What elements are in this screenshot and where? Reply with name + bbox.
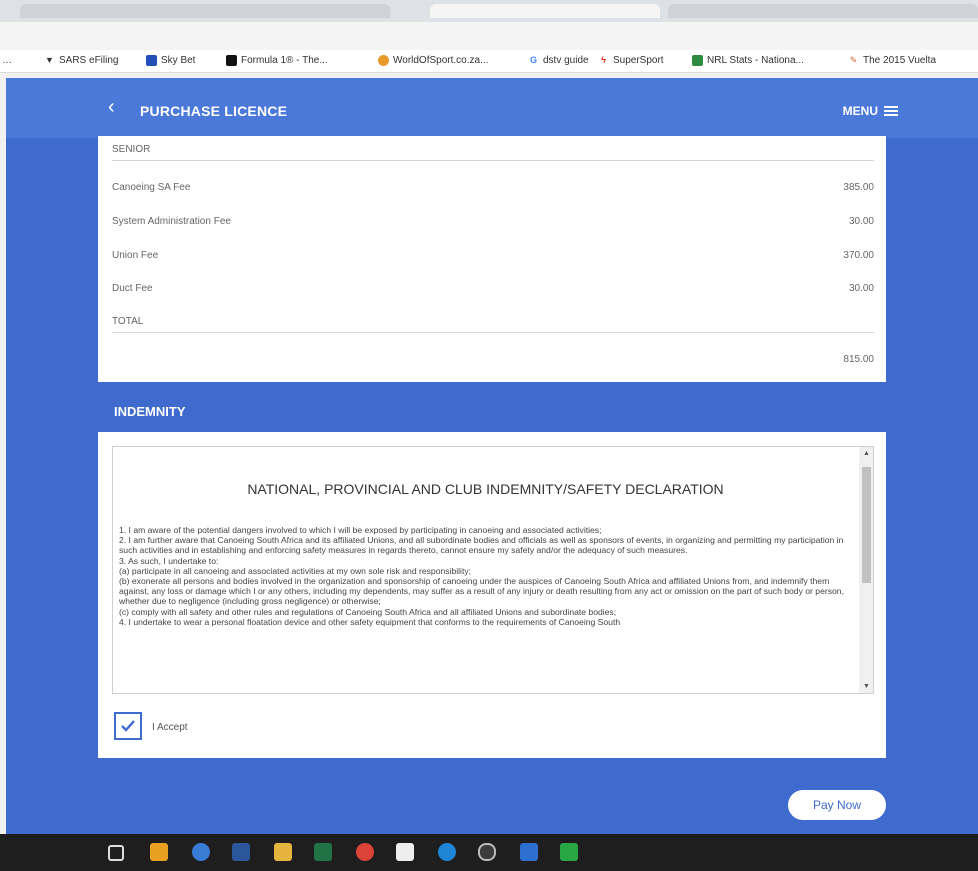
total-value-row: 815.00 <box>112 354 874 365</box>
bookmark-skybet[interactable]: Sky Bet <box>146 55 195 66</box>
indemnity-line: 1. I am aware of the potential dangers i… <box>119 525 602 535</box>
scrollbar-thumb[interactable] <box>862 467 871 583</box>
total-label: TOTAL <box>112 316 144 327</box>
fee-label: Duct Fee <box>112 283 153 294</box>
fee-value: 385.00 <box>843 182 874 193</box>
scroll-down-arrow-icon[interactable]: ▼ <box>862 682 871 691</box>
chrome-icon[interactable] <box>356 843 374 861</box>
accept-label: I Accept <box>152 722 188 733</box>
fee-label: System Administration Fee <box>112 216 231 227</box>
indemnity-section-title: INDEMNITY <box>114 404 186 419</box>
bookmark-nrl[interactable]: NRL Stats - Nationa... <box>692 55 804 66</box>
bookmark-worldofsport[interactable]: WorldOfSport.co.za... <box>378 55 488 66</box>
fee-category-row: SENIOR <box>112 144 874 155</box>
browser-tab[interactable] <box>668 4 978 18</box>
divider <box>112 160 874 161</box>
indemnity-card: NATIONAL, PROVINCIAL AND CLUB INDEMNITY/… <box>98 432 886 758</box>
bookmark-sars[interactable]: ▼ SARS eFiling <box>44 55 118 66</box>
excel-icon[interactable] <box>314 843 332 861</box>
indemnity-document[interactable]: NATIONAL, PROVINCIAL AND CLUB INDEMNITY/… <box>112 446 874 694</box>
indemnity-line: (c) comply with all safety and other rul… <box>119 606 617 617</box>
edge-icon[interactable] <box>438 843 456 861</box>
scroll-up-arrow-icon[interactable]: ▲ <box>862 449 871 458</box>
file-explorer-icon[interactable] <box>274 843 292 861</box>
supersport-icon: ϟ <box>601 55 606 65</box>
triangle-down-icon: ▼ <box>45 55 54 65</box>
bookmark-label: The 2015 Vuelta <box>863 55 937 66</box>
google-icon: G <box>529 55 537 65</box>
bookmarks-bar: … ▼ SARS eFiling Sky Bet Formula 1® - Th… <box>0 50 978 73</box>
accept-checkbox[interactable] <box>114 712 142 740</box>
back-chevron-icon[interactable]: ‹ <box>108 96 115 119</box>
total-label-row: TOTAL <box>112 316 874 327</box>
browser-tab-active[interactable] <box>430 4 660 18</box>
fee-value: 30.00 <box>848 216 874 227</box>
browser-tab[interactable] <box>20 4 390 18</box>
app-header: ‹ PURCHASE LICENCE MENU <box>6 78 978 138</box>
indemnity-line: (a) participate in all canoeing and asso… <box>119 565 472 576</box>
document-scrollbar[interactable]: ▲ ▼ <box>859 447 873 693</box>
calendar-icon[interactable] <box>396 843 414 861</box>
page-title: PURCHASE LICENCE <box>140 103 288 119</box>
browser-tab-strip <box>0 0 978 22</box>
indemnity-heading: NATIONAL, PROVINCIAL AND CLUB INDEMNITY/… <box>247 481 724 497</box>
menu-button[interactable]: MENU <box>843 104 898 118</box>
fee-label: Union Fee <box>112 250 159 261</box>
app-icon[interactable] <box>478 843 496 861</box>
indemnity-text: 1. I am aware of the potential dangers i… <box>119 525 849 627</box>
fee-category: SENIOR <box>112 144 151 155</box>
fee-row: Union Fee 370.00 <box>112 250 874 261</box>
bookmark-label: SuperSport <box>613 55 664 66</box>
hamburger-icon <box>884 106 898 116</box>
indemnity-line: 2. I am further aware that Canoeing Sout… <box>119 535 844 556</box>
indemnity-line: (b) exonerate all persons and bodies inv… <box>119 576 844 607</box>
bookmark-label: Formula 1® - The... <box>241 55 328 66</box>
task-view-icon[interactable] <box>108 845 124 861</box>
bookmark-overflow[interactable]: … <box>2 55 12 66</box>
bookmark-label: WorldOfSport.co.za... <box>393 55 489 66</box>
bookmark-supersport[interactable]: ϟ SuperSport <box>598 55 664 66</box>
bookmark-label: NRL Stats - Nationa... <box>707 55 804 66</box>
vuelta-icon: ✎ <box>849 55 858 65</box>
fee-row: Duct Fee 30.00 <box>112 283 874 294</box>
photos-icon[interactable] <box>520 843 538 861</box>
fee-row: Canoeing SA Fee 385.00 <box>112 182 874 193</box>
fee-summary-card: SENIOR Canoeing SA Fee 385.00 System Adm… <box>98 136 886 382</box>
bookmark-label: Sky Bet <box>161 55 196 66</box>
menu-label: MENU <box>842 104 878 118</box>
indemnity-line: 4. I undertake to wear a personal floata… <box>119 616 621 627</box>
app-page: ‹ PURCHASE LICENCE MENU SENIOR Canoeing … <box>6 78 978 834</box>
divider <box>112 332 874 333</box>
bookmark-vuelta[interactable]: ✎ The 2015 Vuelta <box>848 55 936 66</box>
wos-icon <box>378 55 389 66</box>
fee-value: 370.00 <box>843 250 874 261</box>
bookmark-label: dstv guide <box>543 55 589 66</box>
word-icon[interactable] <box>232 843 250 861</box>
total-value: 815.00 <box>843 354 874 365</box>
fee-label: Canoeing SA Fee <box>112 182 191 193</box>
fee-value: 30.00 <box>848 283 874 294</box>
nrl-icon <box>692 55 703 66</box>
bookmark-label: SARS eFiling <box>59 55 119 66</box>
bookmark-formula1[interactable]: Formula 1® - The... <box>226 55 328 66</box>
fee-row: System Administration Fee 30.00 <box>112 216 874 227</box>
spreadsheet-icon[interactable] <box>560 843 578 861</box>
skybet-icon <box>146 55 157 66</box>
checkmark-icon <box>121 720 135 732</box>
f1-icon <box>226 55 237 66</box>
windows-taskbar <box>0 834 978 871</box>
indemnity-line: 3. As such, I undertake to: <box>119 555 219 566</box>
network-icon[interactable] <box>192 843 210 861</box>
browser-toolbar <box>0 22 978 50</box>
outlook-icon[interactable] <box>150 843 168 861</box>
bookmark-dstv[interactable]: G dstv guide <box>528 55 589 66</box>
pay-now-button[interactable]: Pay Now <box>788 790 886 820</box>
